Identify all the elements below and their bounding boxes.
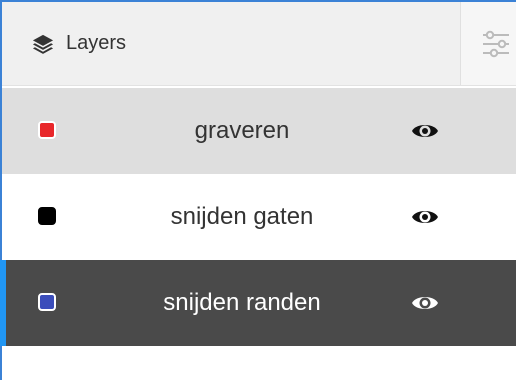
eye-icon[interactable]: [411, 119, 439, 143]
layers-tab[interactable]: Layers: [2, 2, 460, 85]
layers-panel-header: Layers: [2, 2, 516, 86]
panel-title: Layers: [66, 32, 127, 54]
eye-icon[interactable]: [411, 291, 439, 315]
layer-color-swatch[interactable]: [38, 293, 56, 311]
layer-row-snijden-gaten[interactable]: snijden gaten: [2, 174, 516, 260]
layer-name: snijden randen: [163, 289, 321, 316]
layer-color-swatch[interactable]: [38, 121, 56, 139]
eye-icon[interactable]: [411, 205, 439, 229]
layers-icon: [32, 34, 54, 54]
layers-panel: Layers graveren snijden gaten snijden ra…: [0, 0, 516, 380]
layer-row-snijden-randen[interactable]: snijden randen: [0, 260, 516, 346]
sliders-icon: [483, 30, 509, 57]
layer-color-swatch[interactable]: [38, 207, 56, 225]
layer-name: snijden gaten: [170, 203, 314, 230]
layer-row-graveren[interactable]: graveren: [2, 88, 516, 174]
layer-name: graveren: [194, 117, 290, 144]
settings-tab[interactable]: [460, 2, 516, 85]
selected-indicator: [0, 260, 6, 346]
